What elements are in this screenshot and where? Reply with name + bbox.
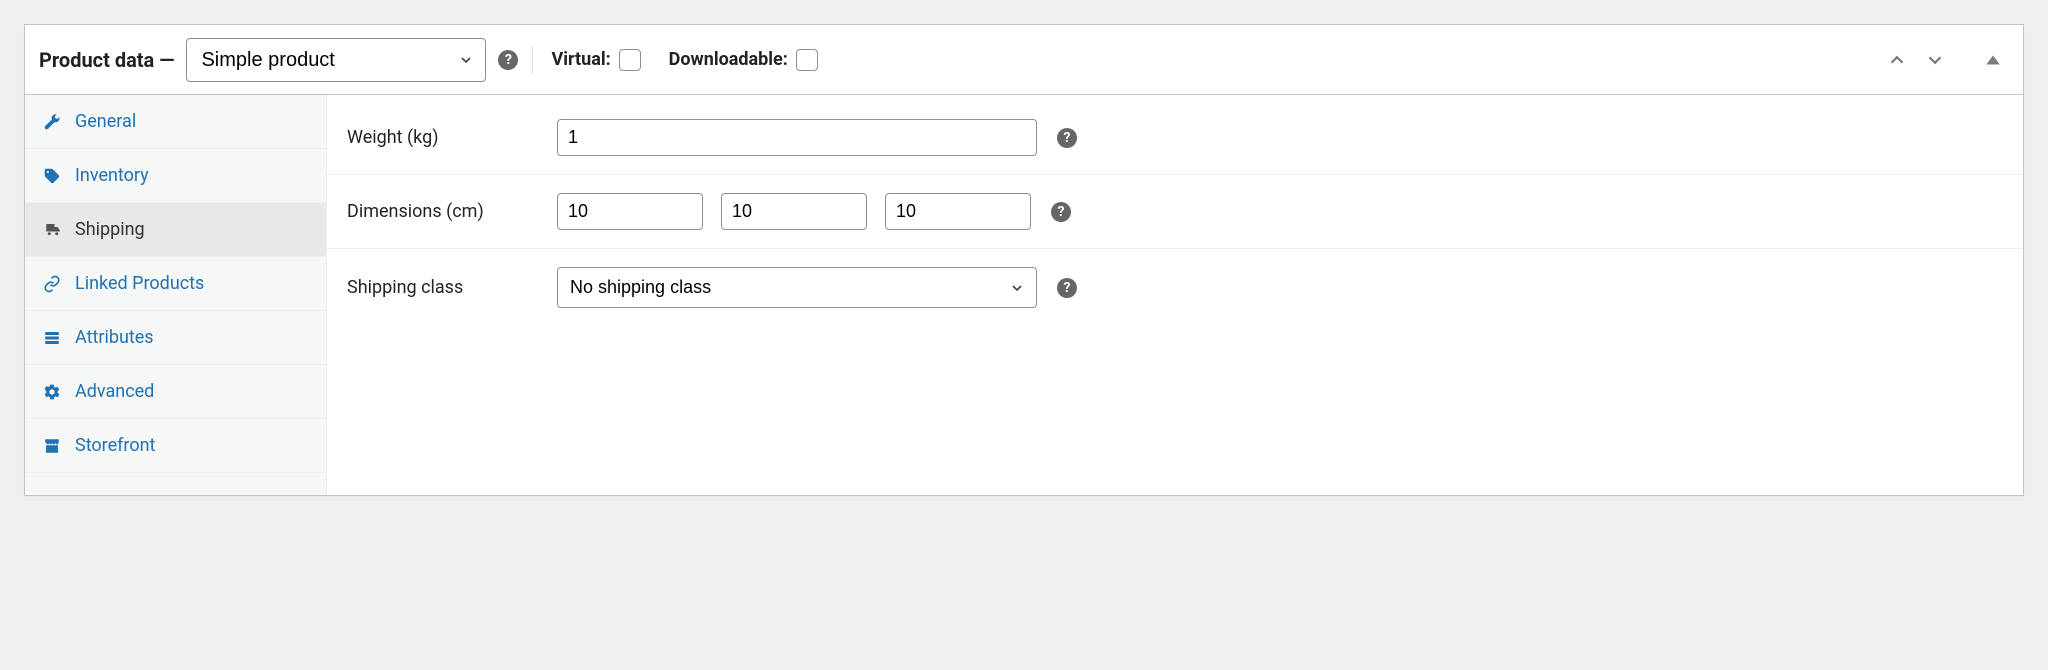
downloadable-checkbox[interactable] <box>796 49 818 71</box>
panel-toggle-button[interactable] <box>1977 46 2009 74</box>
shipping-class-label: Shipping class <box>347 277 537 298</box>
dimensions-row: Dimensions (cm) ? <box>327 175 2023 249</box>
weight-row: Weight (kg) ? <box>327 101 2023 175</box>
virtual-label: Virtual: <box>551 49 610 70</box>
help-icon[interactable]: ? <box>1057 278 1077 298</box>
panel-handle-actions <box>1881 46 2009 74</box>
panel-move-up-button[interactable] <box>1881 46 1913 74</box>
panel-move-down-button[interactable] <box>1919 46 1951 74</box>
weight-input[interactable] <box>557 119 1037 156</box>
shipping-class-select-wrap: No shipping class <box>557 267 1037 308</box>
tab-advanced[interactable]: Advanced <box>25 365 326 419</box>
width-input[interactable] <box>721 193 867 230</box>
header-title-group: Product data — Simple product ? <box>39 38 518 82</box>
product-type-options: Virtual: Downloadable: <box>551 49 817 71</box>
length-input[interactable] <box>557 193 703 230</box>
panel-body: General Inventory Shipping Linked Products A… <box>25 95 2023 495</box>
product-type-select-wrap: Simple product <box>186 38 486 82</box>
tab-general[interactable]: General <box>25 95 326 149</box>
tab-shipping[interactable]: Shipping <box>25 203 326 257</box>
list-icon <box>43 329 63 347</box>
virtual-option[interactable]: Virtual: <box>551 49 640 71</box>
height-input[interactable] <box>885 193 1031 230</box>
truck-icon <box>43 221 63 239</box>
help-icon[interactable]: ? <box>1057 128 1077 148</box>
weight-label: Weight (kg) <box>347 127 537 148</box>
tab-label: Attributes <box>75 327 154 348</box>
help-icon[interactable]: ? <box>498 50 518 70</box>
virtual-checkbox[interactable] <box>619 49 641 71</box>
dimensions-input-group <box>557 193 1031 230</box>
tab-linked[interactable]: Linked Products <box>25 257 326 311</box>
tab-inventory[interactable]: Inventory <box>25 149 326 203</box>
shipping-panel: Weight (kg) ? Dimensions (cm) ? Shipping… <box>327 95 2023 495</box>
wrench-icon <box>43 113 63 131</box>
product-data-tabs: General Inventory Shipping Linked Products A… <box>25 95 327 495</box>
shipping-class-row: Shipping class No shipping class ? <box>327 249 2023 326</box>
tab-label: Linked Products <box>75 273 204 294</box>
store-icon <box>43 437 63 455</box>
tab-storefront[interactable]: Storefront <box>25 419 326 473</box>
shipping-class-select[interactable]: No shipping class <box>557 267 1037 308</box>
help-icon[interactable]: ? <box>1051 202 1071 222</box>
header-divider <box>532 46 533 74</box>
product-type-select[interactable]: Simple product <box>186 38 486 82</box>
tag-icon <box>43 167 63 185</box>
panel-header: Product data — Simple product ? Virtual:… <box>25 25 2023 95</box>
tab-label: Storefront <box>75 435 155 456</box>
dimensions-label: Dimensions (cm) <box>347 201 537 222</box>
tab-label: General <box>75 111 136 132</box>
tab-label: Shipping <box>75 219 145 240</box>
panel-title: Product data — <box>39 48 174 72</box>
downloadable-label: Downloadable: <box>669 49 788 70</box>
tab-label: Inventory <box>75 165 149 186</box>
gear-icon <box>43 383 63 401</box>
tab-label: Advanced <box>75 381 154 402</box>
product-data-panel: Product data — Simple product ? Virtual:… <box>24 24 2024 496</box>
downloadable-option[interactable]: Downloadable: <box>669 49 818 71</box>
link-icon <box>43 275 63 293</box>
tab-attributes[interactable]: Attributes <box>25 311 326 365</box>
